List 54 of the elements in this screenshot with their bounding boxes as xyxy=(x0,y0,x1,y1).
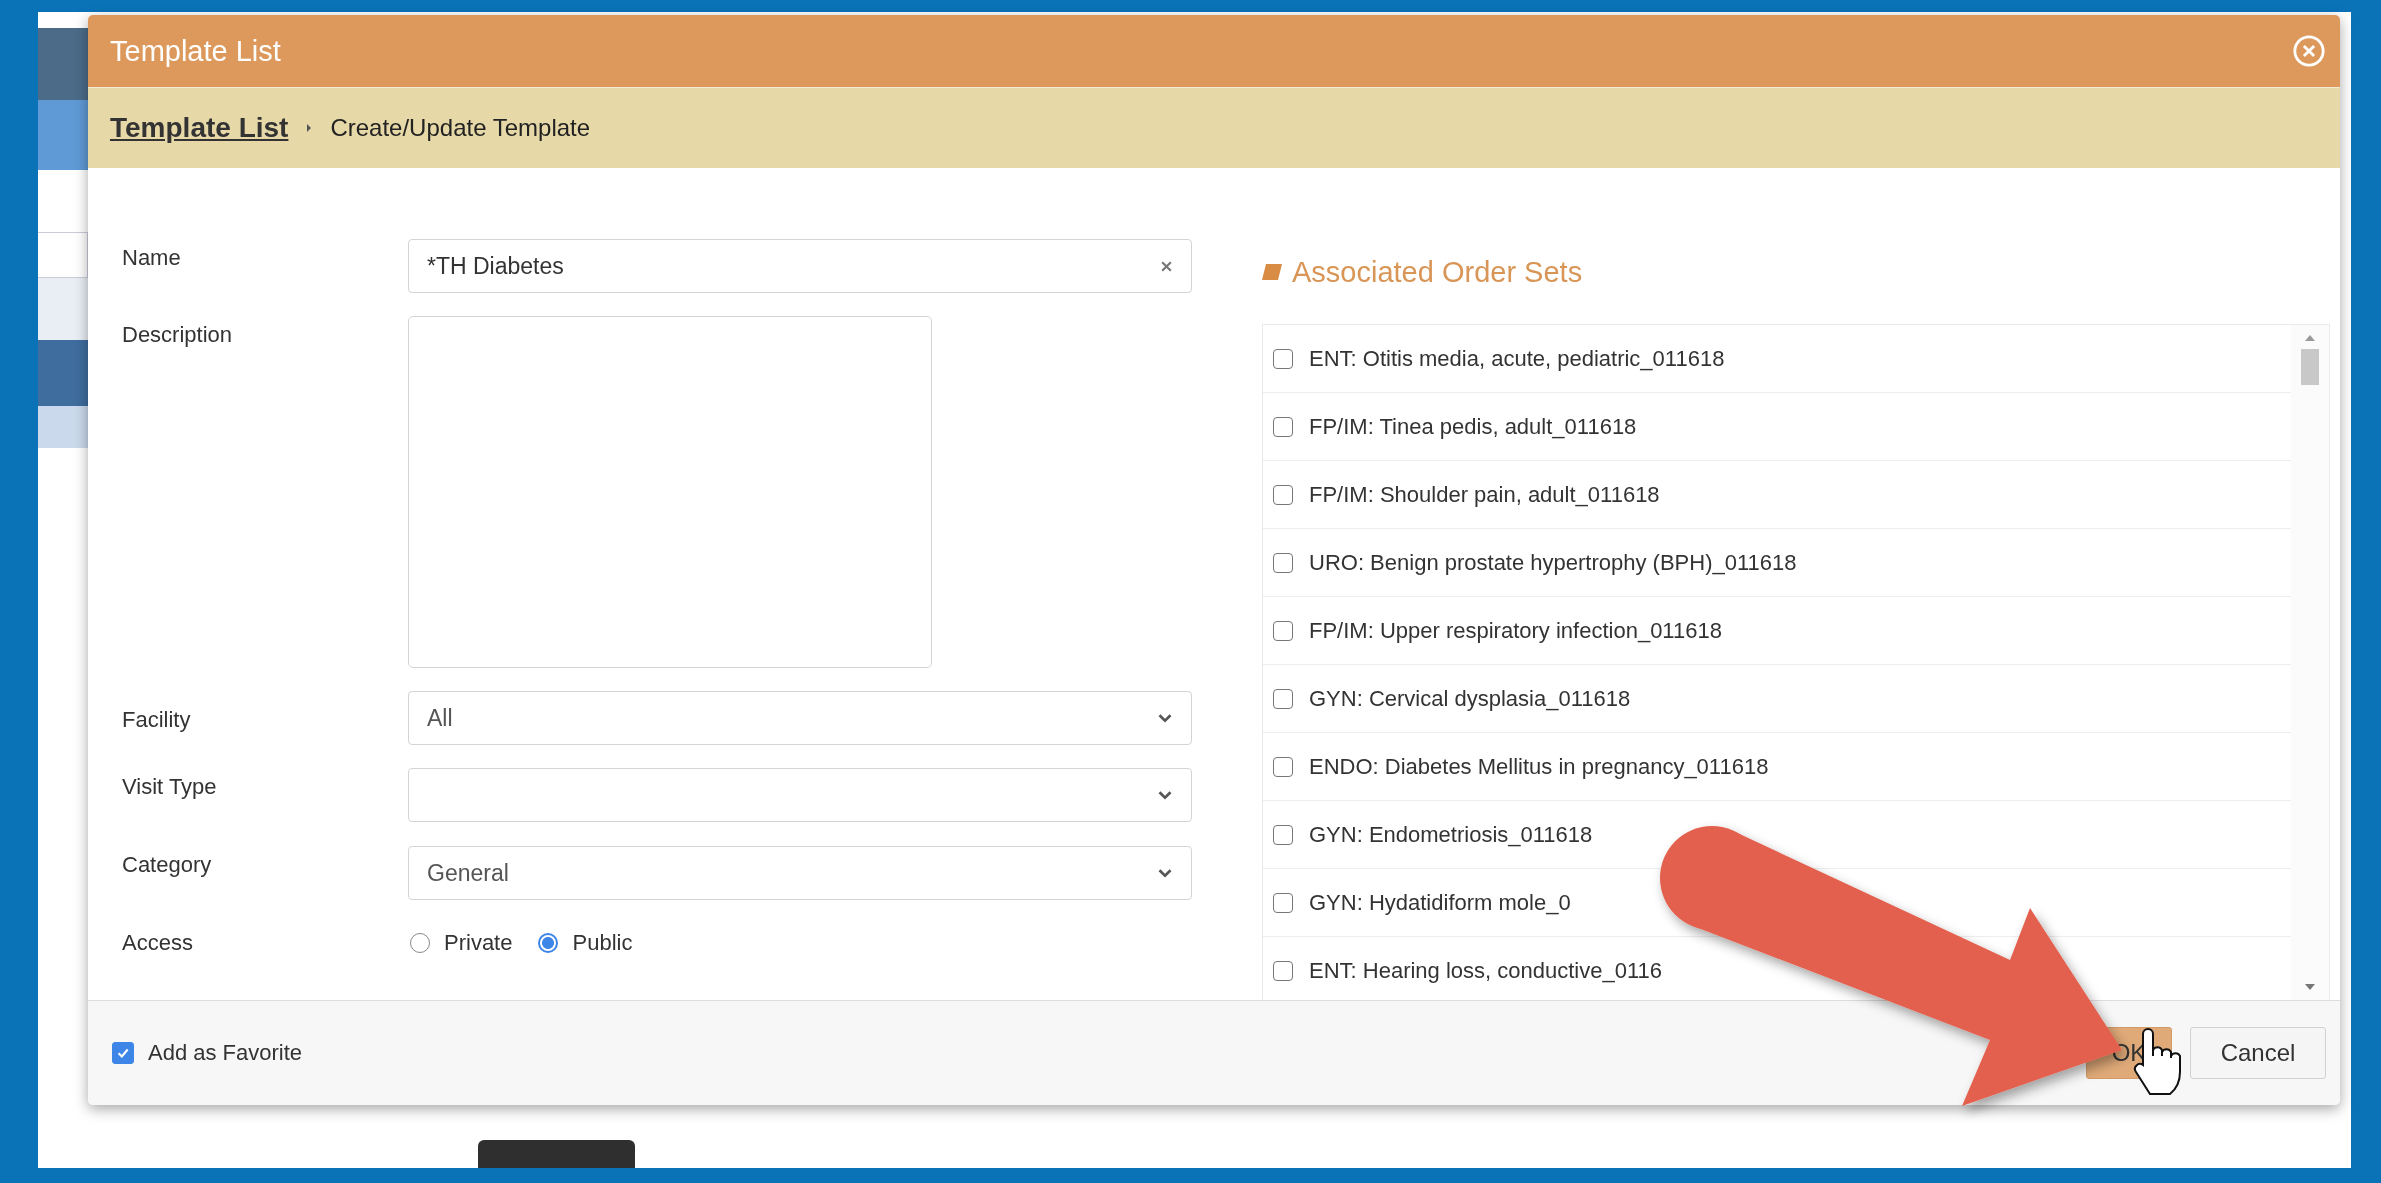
scroll-up-icon[interactable] xyxy=(2305,335,2315,341)
chevron-down-icon xyxy=(1157,789,1173,801)
checkbox[interactable] xyxy=(1273,416,1293,437)
field-label: Description xyxy=(122,321,234,348)
dropdown[interactable]: General xyxy=(408,846,1192,900)
check-icon xyxy=(116,1046,130,1060)
field-label: Facility xyxy=(122,706,192,733)
list-item[interactable]: URO: Benign prostate hypertrophy (BPH)_011618 xyxy=(1263,529,2291,597)
nav-bar xyxy=(38,100,88,170)
radio-option[interactable]: Public xyxy=(538,930,633,956)
field-label: Visit Type xyxy=(122,773,218,800)
checkbox[interactable] xyxy=(1273,960,1293,981)
list-item[interactable]: FP/IM: Upper respiratory infection_011618 xyxy=(1263,597,2291,665)
favorite-checkbox[interactable]: Add as Favorite xyxy=(112,1040,303,1066)
checkbox[interactable] xyxy=(112,1042,134,1064)
list-item[interactable]: GYN: Cervical dysplasia_011618 xyxy=(1263,665,2291,733)
list-item[interactable]: FP/IM: Tinea pedis, adult_011618 xyxy=(1263,393,2291,461)
name-field[interactable]: *TH Diabetes xyxy=(408,239,1192,293)
section-icon xyxy=(1262,264,1282,280)
header-bar xyxy=(38,28,88,100)
scroll-down-icon[interactable] xyxy=(2305,984,2315,990)
field-value: *TH Diabetes xyxy=(427,252,564,280)
breadcrumb-current: Create/Update Template xyxy=(330,114,591,142)
chevron-down-icon xyxy=(1157,867,1173,879)
checkbox[interactable] xyxy=(1273,620,1293,641)
description-field[interactable] xyxy=(408,316,932,668)
cancel-button[interactable]: Cancel xyxy=(2190,1027,2326,1079)
section-title: Associated Order Sets xyxy=(1292,255,1583,289)
list-item[interactable]: ENDO: Diabetes Mellitus in pregnancy_011618 xyxy=(1263,733,2291,801)
list-item[interactable]: FP/IM: Shoulder pain, adult_011618 xyxy=(1263,461,2291,529)
dialog-title: Template List xyxy=(110,34,281,68)
checkbox[interactable] xyxy=(1273,824,1293,845)
clear-icon[interactable] xyxy=(1160,259,1173,273)
nav-bar xyxy=(38,340,88,406)
radio-option[interactable]: Private xyxy=(410,930,513,956)
checkbox[interactable] xyxy=(1273,688,1293,709)
checkbox[interactable] xyxy=(1273,348,1293,369)
scrollbar[interactable] xyxy=(2291,325,2329,1000)
checkbox[interactable] xyxy=(1273,484,1293,505)
field-label: Category xyxy=(122,851,213,878)
checkbox[interactable] xyxy=(1273,552,1293,573)
chevron-down-icon xyxy=(1157,712,1173,724)
scroll-thumb[interactable] xyxy=(2301,349,2319,385)
toolbar xyxy=(38,406,88,448)
close-icon[interactable] xyxy=(2292,34,2326,68)
dropdown[interactable]: All xyxy=(408,691,1192,745)
list-item[interactable]: ENT: Otitis media, acute, pediatric_011618 xyxy=(1263,325,2291,393)
checkbox[interactable] xyxy=(1273,756,1293,777)
breadcrumb-link[interactable]: Template List xyxy=(110,112,289,144)
field-label: Name xyxy=(122,244,182,271)
checkbox[interactable] xyxy=(1273,892,1293,913)
field-label: Access xyxy=(122,929,194,956)
nav-bar xyxy=(38,278,88,340)
caret-icon xyxy=(306,123,313,133)
